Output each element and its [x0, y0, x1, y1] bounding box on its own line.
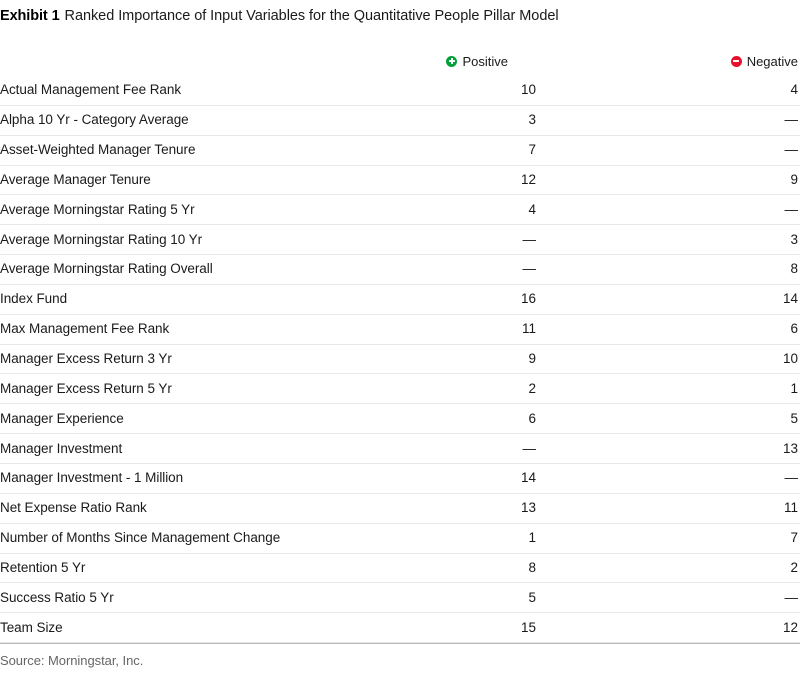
positive-rank-cell: 3	[528, 112, 536, 128]
table-row: Retention 5 Yr 8 2	[0, 554, 800, 584]
table-row: Average Morningstar Rating 5 Yr 4 —	[0, 195, 800, 226]
table-row: Net Expense Ratio Rank 13 11	[0, 494, 800, 524]
variable-name-cell: Net Expense Ratio Rank	[0, 500, 147, 516]
column-header-positive-label: Positive	[462, 53, 508, 69]
table-row: Asset-Weighted Manager Tenure 7 —	[0, 136, 800, 166]
plus-circle-icon	[446, 55, 458, 67]
variable-name-cell: Manager Experience	[0, 410, 124, 426]
positive-rank-cell: 9	[528, 351, 536, 367]
variable-name-cell: Manager Investment	[0, 440, 123, 456]
negative-rank-cell: 2	[790, 559, 798, 575]
variable-name-cell: Number of Months Since Management Change	[0, 530, 281, 546]
table-row: Manager Experience 6 5	[0, 404, 800, 435]
column-header-positive: Positive	[328, 55, 566, 68]
negative-rank-cell: 12	[782, 619, 798, 635]
negative-rank-cell: —	[784, 112, 799, 128]
positive-rank-cell: 5	[528, 589, 536, 605]
table-row: Alpha 10 Yr - Category Average 3 —	[0, 106, 800, 136]
positive-rank-cell: 8	[528, 559, 536, 575]
variable-name-cell: Alpha 10 Yr - Category Average	[0, 112, 189, 128]
positive-rank-cell: —	[522, 261, 537, 277]
table-row: Number of Months Since Management Change…	[0, 524, 800, 554]
table-row: Max Management Fee Rank 11 6	[0, 315, 800, 345]
variable-name-cell: Manager Excess Return 3 Yr	[0, 351, 172, 367]
table-row: Manager Excess Return 3 Yr 9 10	[0, 345, 800, 375]
variable-name-cell: Average Morningstar Rating 5 Yr	[0, 201, 195, 217]
table-row: Manager Investment — 13	[0, 434, 800, 464]
positive-rank-cell: 13	[520, 500, 536, 516]
table-row: Manager Investment - 1 Million 14 —	[0, 464, 800, 494]
negative-rank-cell: 5	[790, 410, 798, 426]
page-title: Ranked Importance of Input Variables for…	[64, 8, 559, 24]
variable-name-cell: Retention 5 Yr	[0, 559, 86, 575]
table-row: Manager Excess Return 5 Yr 2 1	[0, 374, 800, 405]
column-header-negative-label: Negative	[746, 53, 798, 69]
positive-rank-cell: —	[522, 440, 537, 456]
variable-name-cell: Max Management Fee Rank	[0, 321, 170, 337]
negative-rank-cell: —	[784, 470, 799, 486]
exhibit-container: Exhibit 1 Ranked Importance of Input Vari…	[0, 0, 800, 691]
exhibit-label: Exhibit 1	[0, 8, 60, 24]
variable-name-cell: Average Morningstar Rating 10 Yr	[0, 231, 203, 247]
negative-rank-cell: —	[784, 201, 799, 217]
ranked-variables-table: Actual Management Fee Rank 10 4 Alpha 10 Yr…	[0, 76, 800, 644]
positive-rank-cell: 12	[520, 171, 536, 187]
table-row: Success Ratio 5 Yr 5 —	[0, 583, 800, 614]
exhibit-title-bar: Exhibit 1 Ranked Importance of Input Vari…	[0, 0, 800, 30]
negative-rank-cell: 1	[790, 380, 798, 396]
positive-rank-cell: 14	[520, 470, 536, 486]
variable-name-cell: Index Fund	[0, 291, 68, 307]
variable-name-cell: Manager Excess Return 5 Yr	[0, 380, 172, 396]
positive-rank-cell: 10	[520, 82, 536, 98]
negative-rank-cell: 6	[790, 321, 798, 337]
negative-rank-cell: 4	[790, 82, 798, 98]
minus-circle-icon	[730, 55, 742, 67]
negative-rank-cell: 13	[782, 440, 798, 456]
negative-rank-cell: —	[784, 142, 799, 158]
negative-rank-cell: 14	[782, 291, 798, 307]
variable-name-cell: Actual Management Fee Rank	[0, 82, 182, 98]
positive-rank-cell: —	[522, 231, 537, 247]
negative-rank-cell: 11	[783, 500, 798, 516]
variable-name-cell: Success Ratio 5 Yr	[0, 589, 114, 605]
table-row: Index Fund 16 14	[0, 285, 800, 315]
table-column-header: Positive Negative	[0, 30, 800, 76]
negative-rank-cell: —	[784, 589, 799, 605]
positive-rank-cell: 15	[520, 619, 536, 635]
table-row: Average Morningstar Rating Overall — 8	[0, 255, 800, 285]
table-row: Average Morningstar Rating 10 Yr — 3	[0, 225, 800, 256]
table-row: Team Size 15 12	[0, 613, 800, 644]
negative-rank-cell: 9	[790, 171, 798, 187]
variable-name-cell: Average Manager Tenure	[0, 171, 151, 187]
table-row: Actual Management Fee Rank 10 4	[0, 76, 800, 106]
positive-rank-cell: 1	[528, 530, 536, 546]
positive-rank-cell: 16	[520, 291, 536, 307]
source-note: Source: Morningstar, Inc.	[0, 653, 144, 669]
negative-rank-cell: 8	[790, 261, 798, 277]
variable-name-cell: Manager Investment - 1 Million	[0, 470, 184, 486]
variable-name-cell: Average Morningstar Rating Overall	[0, 261, 213, 277]
positive-rank-cell: 6	[528, 410, 536, 426]
variable-name-cell: Asset-Weighted Manager Tenure	[0, 142, 196, 158]
negative-rank-cell: 7	[790, 530, 798, 546]
positive-rank-cell: 4	[528, 201, 536, 217]
negative-rank-cell: 3	[790, 231, 798, 247]
positive-rank-cell: 2	[528, 380, 536, 396]
table-row: Average Manager Tenure 12 9	[0, 166, 800, 196]
negative-rank-cell: 10	[782, 351, 798, 367]
positive-rank-cell: 7	[528, 142, 536, 158]
positive-rank-cell: 11	[521, 321, 536, 337]
column-header-negative: Negative	[566, 55, 800, 68]
variable-name-cell: Team Size	[0, 619, 63, 635]
